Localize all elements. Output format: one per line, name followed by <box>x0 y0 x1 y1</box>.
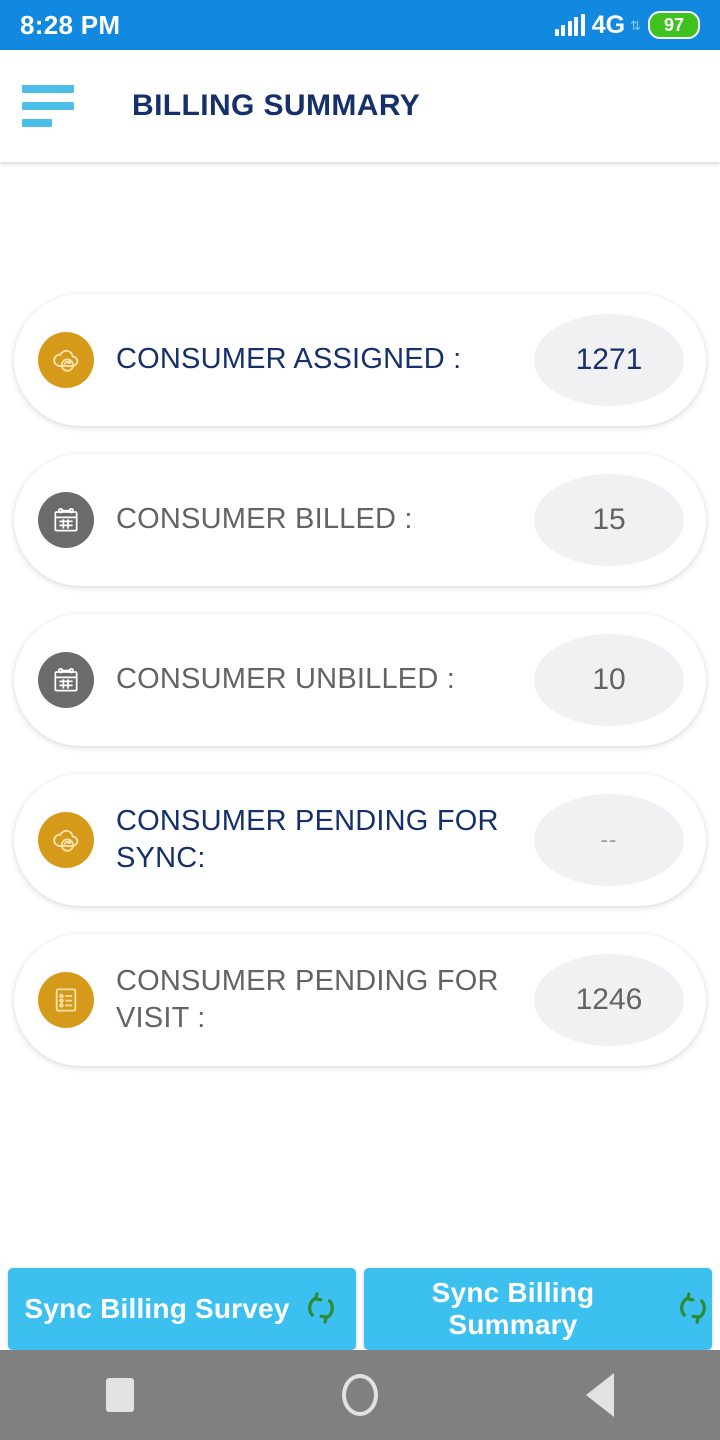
hamburger-menu-icon[interactable] <box>22 85 102 127</box>
summary-card-value: 15 <box>534 474 684 566</box>
summary-card-consumer-billed[interactable]: CONSUMER BILLED : 15 <box>14 454 706 586</box>
checklist-icon <box>38 972 94 1028</box>
signal-bars-icon <box>554 14 585 36</box>
summary-card-consumer-unbilled[interactable]: CONSUMER UNBILLED : 10 <box>14 614 706 746</box>
summary-card-label: CONSUMER BILLED : <box>116 503 413 536</box>
summary-card-consumer-pending-for-sync[interactable]: CONSUMER PENDING FOR SYNC: -- <box>14 774 706 906</box>
summary-card-consumer-pending-for-visit[interactable]: CONSUMER PENDING FOR VISIT : 1246 <box>14 934 706 1066</box>
summary-card-label: CONSUMER PENDING FOR SYNC: <box>116 804 499 874</box>
sync-billing-summary-label: Sync Billing Summary <box>431 1277 595 1340</box>
app-screen: 8:28 PM 4G ⇅ 97 BILLING SUMMARY CONSUMER… <box>0 0 720 1440</box>
summary-card-consumer-assigned[interactable]: CONSUMER ASSIGNED : 1271 <box>14 294 706 426</box>
summary-card-value: 10 <box>534 634 684 726</box>
sync-billing-summary-button[interactable]: Sync Billing Summary <box>364 1268 712 1350</box>
square-recents-icon[interactable] <box>60 1378 180 1412</box>
summary-card-value: -- <box>534 794 684 886</box>
network-type-label: 4G <box>591 10 626 39</box>
app-bar: BILLING SUMMARY <box>0 50 720 162</box>
sync-arrows-icon <box>674 1289 712 1330</box>
summary-card-label: CONSUMER ASSIGNED : <box>116 343 462 376</box>
data-transfer-arrows-icon: ⇅ <box>630 17 641 33</box>
calendar-icon <box>38 492 94 548</box>
calendar-icon <box>38 652 94 708</box>
summary-card-value: 1246 <box>534 954 684 1046</box>
triangle-back-icon[interactable] <box>540 1373 660 1417</box>
summary-list: CONSUMER ASSIGNED : 1271 CONSUMER BILLED… <box>0 162 720 1290</box>
sync-button-row: Sync Billing Survey Sync Billing Summary <box>0 1268 720 1350</box>
status-bar: 8:28 PM 4G ⇅ 97 <box>0 0 720 50</box>
page-title: BILLING SUMMARY <box>132 89 421 122</box>
sync-billing-survey-label: Sync Billing Survey <box>24 1293 290 1324</box>
summary-card-value: 1271 <box>534 314 684 406</box>
cloud-sync-icon <box>38 332 94 388</box>
android-navigation-bar <box>0 1350 720 1440</box>
battery-level-badge: 97 <box>648 11 700 39</box>
sync-arrows-icon <box>302 1289 340 1330</box>
sync-billing-survey-button[interactable]: Sync Billing Survey <box>8 1268 356 1350</box>
status-time: 8:28 PM <box>20 9 121 40</box>
cloud-sync-icon <box>38 812 94 868</box>
summary-card-label: CONSUMER PENDING FOR VISIT : <box>116 964 499 1034</box>
status-indicators: 4G ⇅ 97 <box>554 10 700 40</box>
circle-home-icon[interactable] <box>300 1374 420 1416</box>
summary-card-label: CONSUMER UNBILLED : <box>116 663 455 696</box>
